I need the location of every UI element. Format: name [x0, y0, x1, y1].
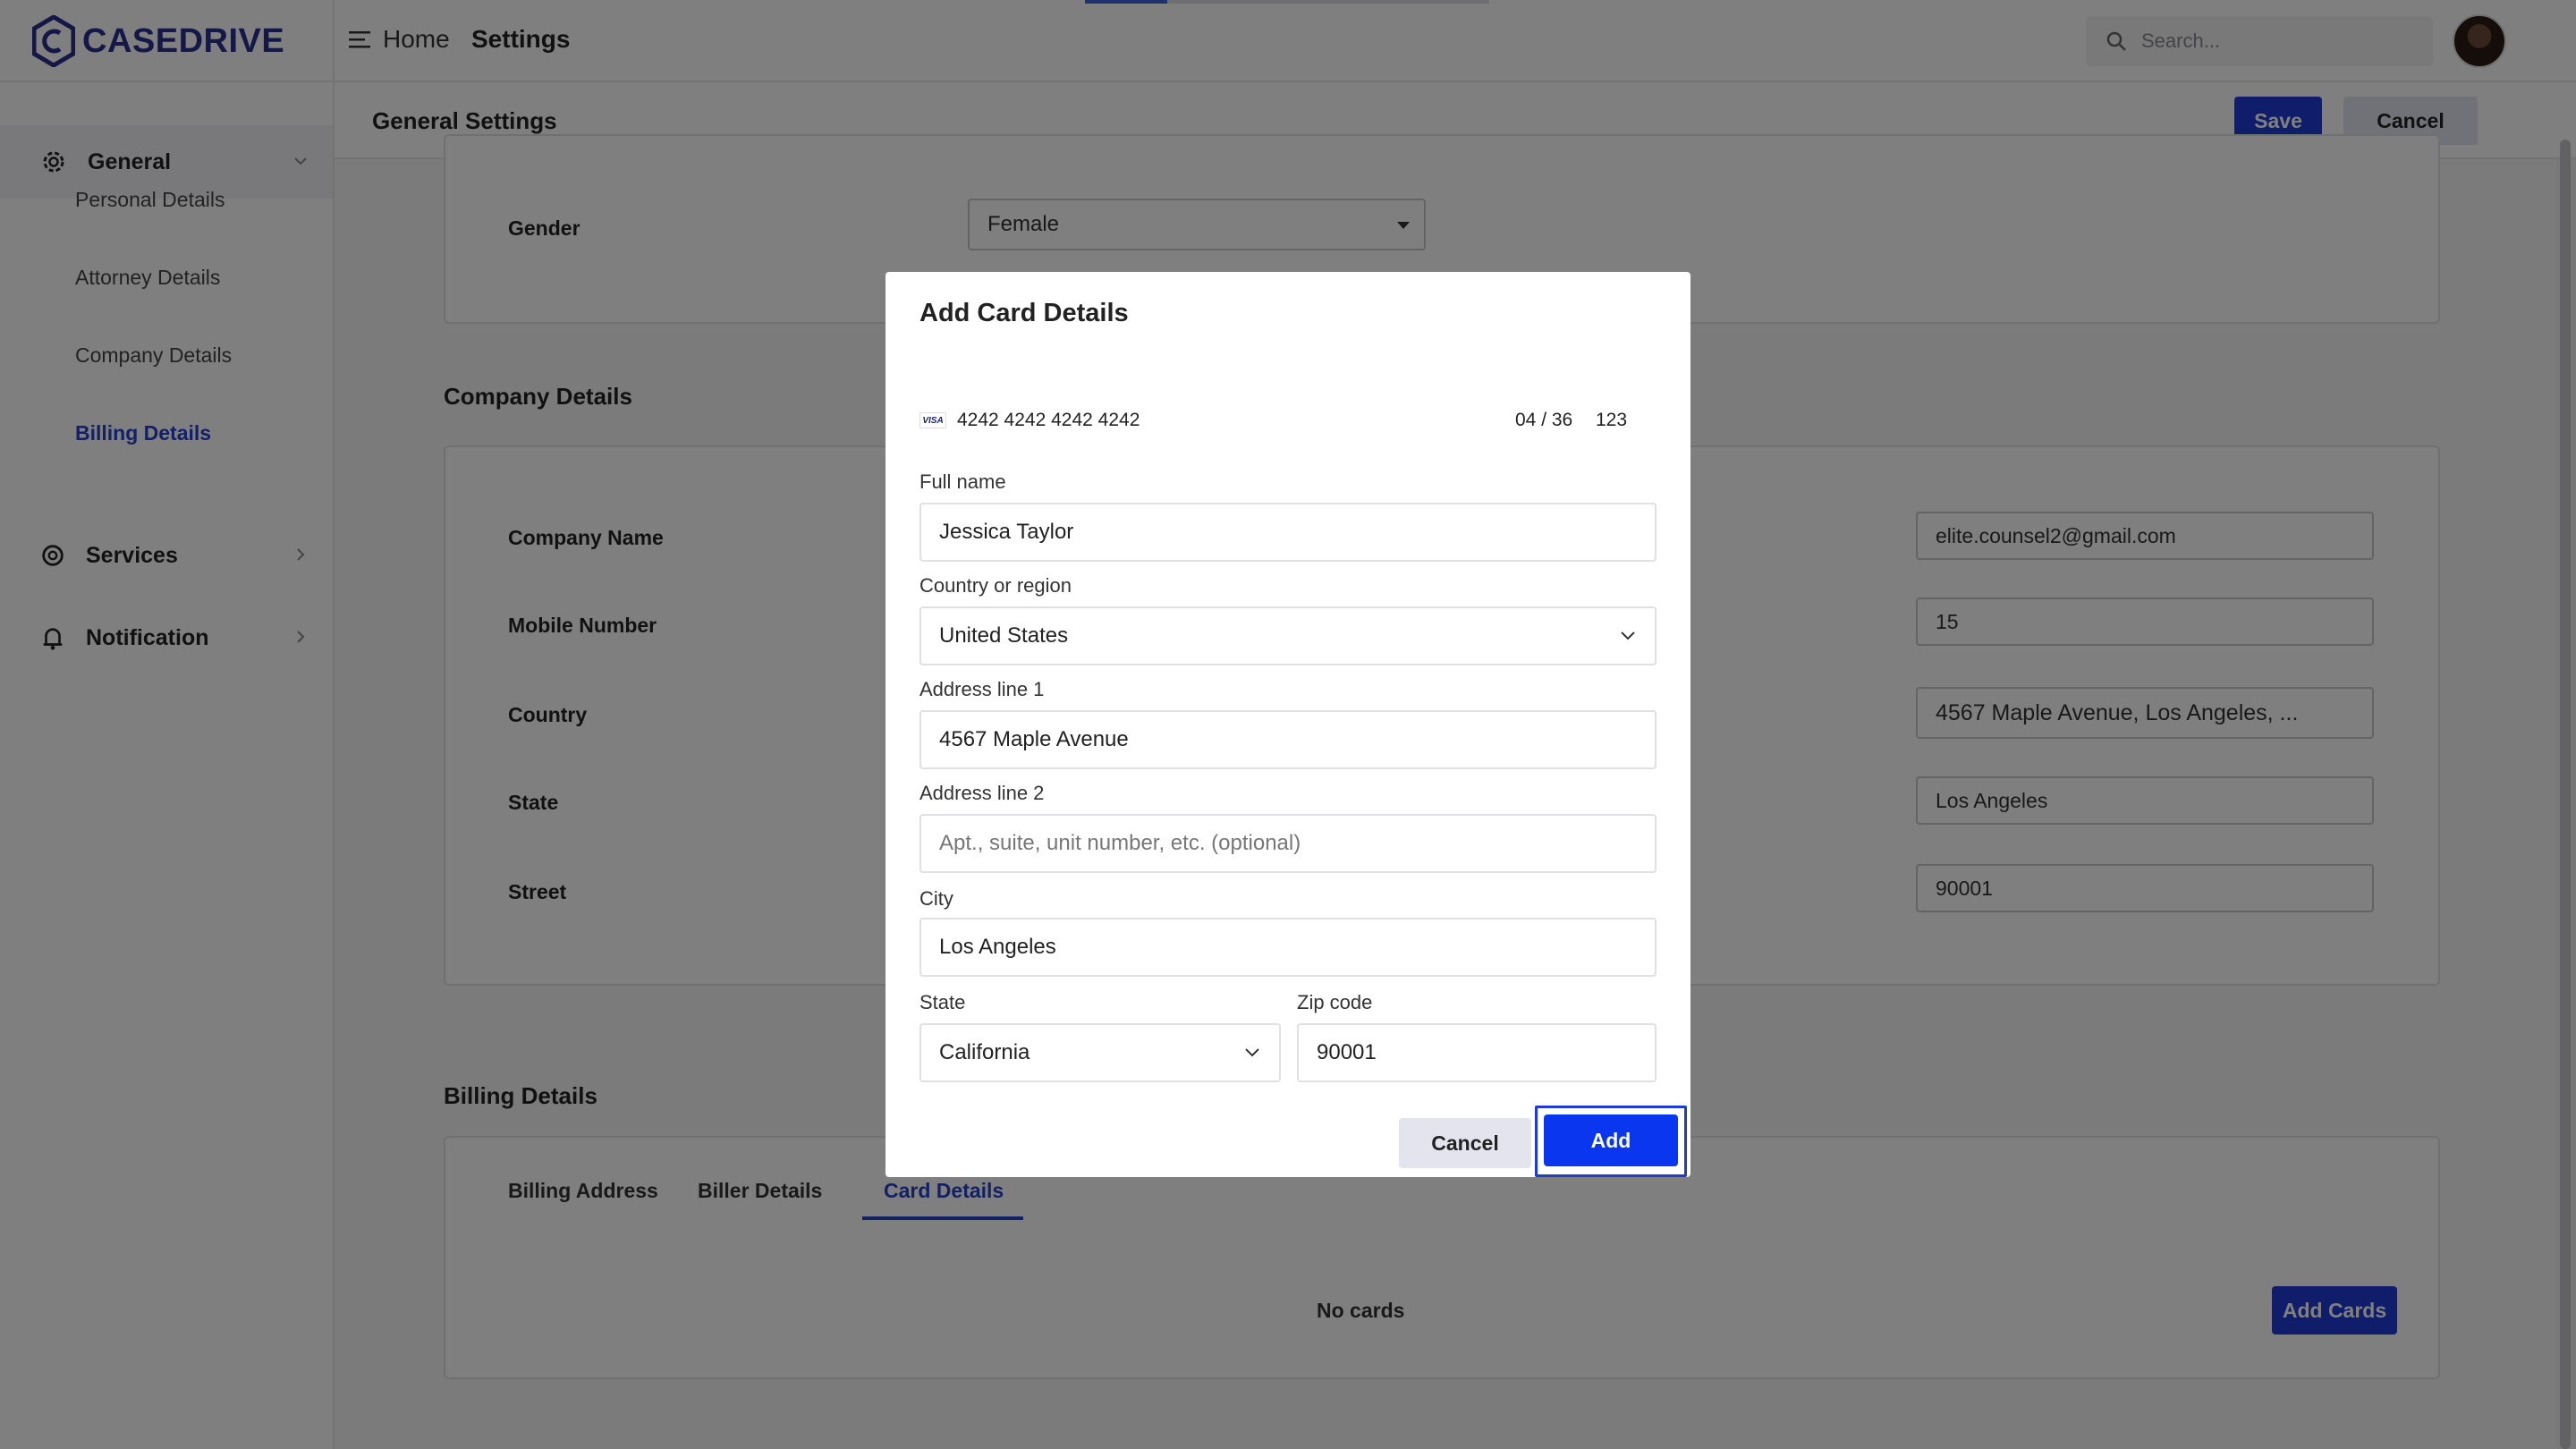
address-line1-value: 4567 Maple Avenue [939, 727, 1129, 751]
card-cvc[interactable]: 123 [1596, 410, 1627, 431]
dialog-title: Add Card Details [919, 299, 1129, 327]
city-value: Los Angeles [939, 935, 1056, 959]
country-region-label: Country or region [919, 574, 1072, 597]
country-value: United States [939, 623, 1069, 648]
address-line2-label: Address line 2 [919, 782, 1045, 804]
full-name-input[interactable]: Jessica Taylor [919, 503, 1657, 562]
zip-code-label: Zip code [1297, 991, 1373, 1013]
address-line2-input[interactable]: Apt., suite, unit number, etc. (optional… [919, 814, 1657, 873]
address-line1-input[interactable]: 4567 Maple Avenue [919, 710, 1657, 769]
state-value: California [939, 1040, 1030, 1064]
zip-code-value: 90001 [1317, 1040, 1377, 1064]
address-line2-placeholder: Apt., suite, unit number, etc. (optional… [939, 831, 1301, 855]
country-select[interactable]: United States [919, 606, 1657, 665]
city-input[interactable]: Los Angeles [919, 918, 1657, 977]
state-label: State [919, 991, 966, 1013]
card-number: 4242 4242 4242 4242 [957, 410, 1140, 430]
state-select[interactable]: California [919, 1023, 1281, 1082]
chevron-down-icon [1621, 631, 1635, 640]
chevron-down-icon [1245, 1048, 1259, 1057]
card-expiry[interactable]: 04 / 36 [1515, 410, 1572, 431]
add-card-dialog: Add Card Details VISA 4242 4242 4242 424… [886, 272, 1690, 1177]
zip-code-input[interactable]: 90001 [1297, 1023, 1657, 1082]
visa-card-icon: VISA [919, 412, 946, 428]
card-number-field[interactable]: VISA 4242 4242 4242 4242 04 / 36 123 [919, 404, 1657, 436]
full-name-label: Full name [919, 470, 1006, 493]
dialog-cancel-button[interactable]: Cancel [1399, 1118, 1531, 1168]
city-label: City [919, 887, 953, 910]
address-line1-label: Address line 1 [919, 678, 1045, 700]
full-name-value: Jessica Taylor [939, 520, 1074, 544]
dialog-add-button[interactable]: Add [1544, 1114, 1678, 1166]
